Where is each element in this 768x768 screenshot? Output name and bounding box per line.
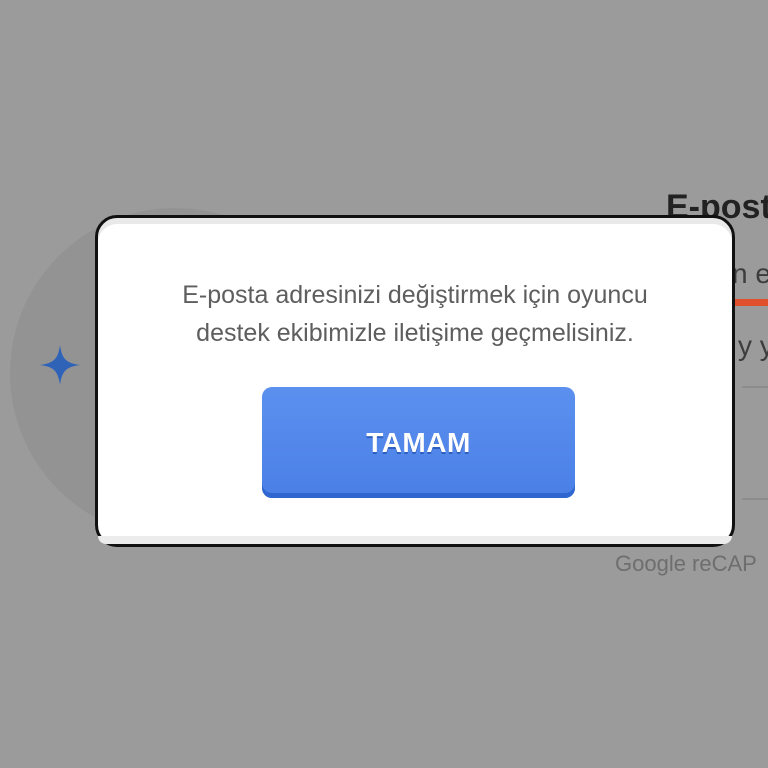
dialog-message: E-posta adresinizi değiştirmek için oyun… xyxy=(118,276,712,352)
dialog-bottom-edge xyxy=(98,536,732,544)
alert-dialog: E-posta adresinizi değiştirmek için oyun… xyxy=(95,215,735,547)
dialog-message-line: destek ekibimizle iletişime geçmelisiniz… xyxy=(196,319,634,347)
background-input-border xyxy=(742,386,768,388)
ok-button[interactable]: TAMAM xyxy=(262,387,575,498)
recaptcha-notice: Google reCAP xyxy=(615,551,757,576)
background-input-border xyxy=(742,498,768,500)
background-accent-mark xyxy=(731,299,768,306)
dialog-message-line: E-posta adresinizi değiştirmek için oyun… xyxy=(182,281,648,309)
sparkle-icon xyxy=(40,345,80,385)
background-text-line: y y xyxy=(738,330,768,361)
screen: E-post n e y y Google reCAP E-posta adre… xyxy=(0,0,768,768)
background-text-line: n e xyxy=(732,258,768,289)
